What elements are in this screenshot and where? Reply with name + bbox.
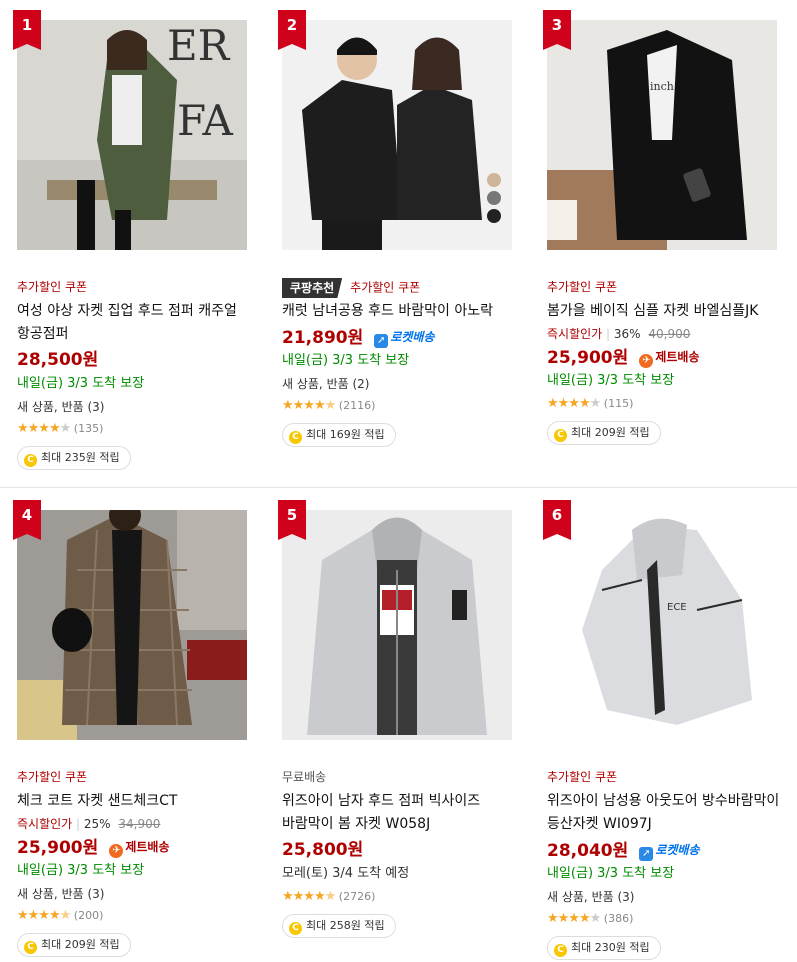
review-count: (2726) [338,890,376,903]
jet-shipping: ✈ 제트배송 [109,840,170,858]
star-rating-icon: ★★★★★ [547,396,601,411]
reward-text: 최대 230원 적립 [571,941,650,954]
product-name[interactable]: 여성 야상 자켓 집업 후드 점퍼 캐주얼 항공점퍼 [17,300,257,346]
product-price: 21,890원 [282,328,364,348]
returns-info: 새 상품, 반품 (3) [17,887,105,901]
reward-badge: C 최대 258원 적립 [282,914,396,938]
product-image[interactable] [17,510,247,740]
discount-percent: 36% [613,327,641,341]
reward-text: 최대 235원 적립 [41,451,120,464]
coin-icon: C [289,431,302,444]
reward-text: 최대 169원 적립 [306,428,385,441]
svg-text:inch: inch [650,80,674,93]
rank-badge: 1 [13,10,41,50]
review-count: (386) [603,912,634,925]
star-rating-icon: ★★★★★ [17,421,71,436]
product-image[interactable]: ER FA [17,20,247,250]
svg-text:ER: ER [167,21,231,70]
svg-text:ECE: ECE [667,602,687,613]
coin-icon: C [24,454,37,467]
product-price: 25,900원 [547,348,629,368]
product-price: 25,800원 [282,840,364,860]
rank-badge: 5 [278,500,306,540]
star-rating-icon: ★★★★★ [547,911,601,926]
rocket-shipping: ➚ 로켓배송 [374,330,435,348]
product-name[interactable]: 위즈아이 남성용 아웃도어 방수바람막이 등산자켓 WI097J [547,790,787,836]
product-image[interactable] [282,510,512,740]
reward-text: 최대 258원 적립 [306,919,385,932]
instant-discount-label: 즉시할인가 [547,327,603,341]
arrival-info: 내일(금) 3/3 도착 보장 [547,373,675,388]
rating: ★★★★★ (200) [17,907,257,925]
reward-badge: C 최대 230원 적립 [547,936,661,960]
reward-badge: C 최대 209원 적립 [17,933,131,957]
instant-discount-label: 즉시할인가 [17,817,73,831]
svg-text:FA: FA [177,96,233,145]
rating: ★★★★★ (2726) [282,888,522,906]
jet-delivery-icon: ✈ [639,354,654,368]
rating: ★★★★★ (386) [547,910,787,928]
arrival-info: 내일(금) 3/3 도착 보장 [547,866,675,881]
arrival-info: 모레(토) 3/4 도착 예정 [282,866,410,881]
reward-badge: C 최대 235원 적립 [17,446,131,470]
product-name[interactable]: 위즈아이 남자 후드 점퍼 빅사이즈 바람막이 봄 자켓 W058J [282,790,522,836]
jet-delivery-icon: ✈ [109,844,124,858]
arrival-info: 내일(금) 3/3 도착 보장 [282,353,410,368]
original-price: 34,900 [118,817,161,831]
reward-badge: C 최대 209원 적립 [547,421,661,445]
coin-icon: C [554,944,567,957]
original-price: 40,900 [648,327,691,341]
product-image[interactable]: ECE [547,510,777,740]
product-name[interactable]: 캐럿 남녀공용 후드 바람막이 아노락 [282,300,522,323]
rocket-shipping: ➚ 로켓배송 [639,843,700,861]
rank-badge: 3 [543,10,571,50]
reward-text: 최대 209원 적립 [571,426,650,439]
row-divider [0,487,797,488]
recommend-badge: 쿠팡추천 [282,278,343,298]
review-count: (115) [603,397,634,410]
coupon-label: 추가할인 쿠폰 [17,280,88,294]
product-price: 25,900원 [17,838,99,858]
product-image[interactable]: inch [547,20,777,250]
coupon-label: 추가할인 쿠폰 [547,770,618,784]
product-price: 28,500원 [17,350,99,370]
review-count: (135) [73,422,104,435]
arrival-info: 내일(금) 3/3 도착 보장 [17,376,145,391]
discount-percent: 25% [83,817,111,831]
star-rating-icon: ★★★★★ [282,889,336,904]
jet-shipping: ✈ 제트배송 [639,350,700,368]
rating: ★★★★★ (2116) [282,397,522,415]
coin-icon: C [554,429,567,442]
product-image[interactable] [282,20,512,250]
rank-badge: 2 [278,10,306,50]
coupon-label: 추가할인 쿠폰 [17,770,88,784]
rocket-icon: ➚ [639,847,654,861]
coupon-label: 추가할인 쿠폰 [547,280,618,294]
rocket-icon: ➚ [374,334,389,348]
free-shipping-label: 무료배송 [282,770,327,784]
returns-info: 새 상품, 반품 (3) [547,890,635,904]
product-name[interactable]: 체크 코트 자켓 샌드체크CT [17,790,257,813]
rank-badge: 6 [543,500,571,540]
returns-info: 새 상품, 반품 (2) [282,377,370,391]
discount-row: 즉시할인가 | 36% 40,900 [547,327,691,341]
product-name[interactable]: 봄가을 베이직 심플 자켓 바엘심플JK [547,300,787,323]
star-rating-icon: ★★★★★ [282,398,336,413]
arrival-info: 내일(금) 3/3 도착 보장 [17,863,145,878]
reward-text: 최대 209원 적립 [41,938,120,951]
rank-badge: 4 [13,500,41,540]
coin-icon: C [24,941,37,954]
coupon-label: 쿠팡추천 추가할인 쿠폰 [282,278,522,298]
rating: ★★★★★ (135) [17,420,257,438]
coin-icon: C [289,922,302,935]
star-rating-icon: ★★★★★ [17,908,71,923]
product-price: 28,040원 [547,841,629,861]
reward-badge: C 최대 169원 적립 [282,423,396,447]
review-count: (2116) [338,399,376,412]
returns-info: 새 상품, 반품 (3) [17,400,105,414]
review-count: (200) [73,909,104,922]
discount-row: 즉시할인가 | 25% 34,900 [17,817,161,831]
rating: ★★★★★ (115) [547,395,787,413]
